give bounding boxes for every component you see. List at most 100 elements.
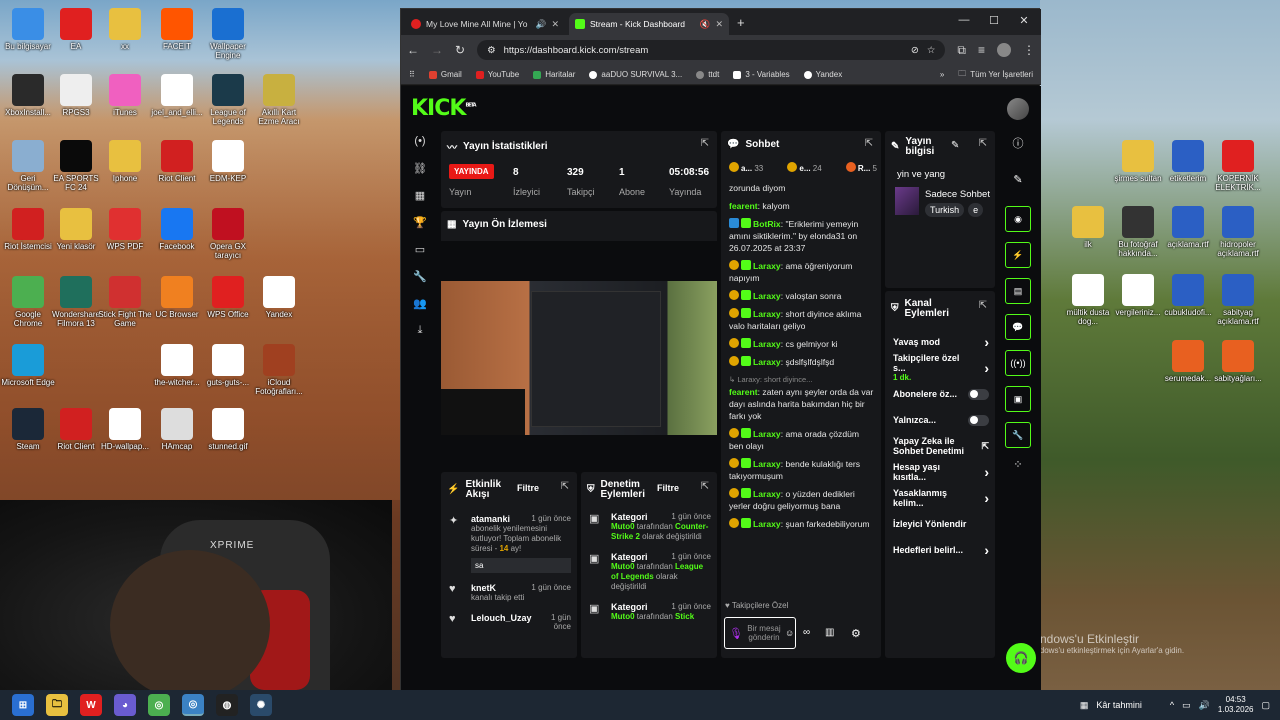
desktop-icon[interactable]: EA SPORTS FC 24 — [48, 140, 104, 192]
analytics-icon[interactable]: ▦ — [409, 184, 431, 206]
chat-message[interactable]: zorunda diyom — [729, 182, 875, 194]
link-icon[interactable]: ⛓ — [409, 157, 431, 179]
chat-message[interactable]: Laraxy: o yüzden dedikleri yerler doğru … — [729, 488, 875, 512]
user-avatar[interactable] — [1007, 98, 1029, 120]
activity-filter-button[interactable]: Filtre — [517, 483, 539, 493]
desktop-icon[interactable]: Microsoft Edge — [0, 344, 56, 387]
tab-youtube[interactable]: My Love Mine All Mine | Yo 🔊 ✕ — [405, 13, 565, 35]
desktop-icon[interactable]: League of Legends — [200, 74, 256, 126]
desktop-icon[interactable]: Yeni klasör — [48, 208, 104, 251]
back-icon[interactable]: ← — [407, 43, 419, 57]
address-bar[interactable]: ⚙ https://dashboard.kick.com/stream ⊘ ☆ — [477, 40, 946, 60]
chat-message[interactable]: Laraxy: şdslfşlfdşlfşd — [729, 356, 875, 368]
broadcast-icon[interactable]: ((•)) — [1005, 350, 1031, 376]
kick-logo[interactable]: KICKBETA — [411, 96, 477, 121]
top-user[interactable]: R... 5 — [845, 162, 877, 173]
chat-username[interactable]: Laraxy — [753, 429, 781, 439]
discord-icon[interactable]: ◕ — [114, 694, 136, 716]
channel-action[interactable]: Abonelere öz... — [893, 381, 989, 407]
desktop-icon[interactable]: Opera GX tarayıcı — [200, 208, 256, 260]
chat-username[interactable]: Laraxy — [753, 489, 781, 499]
apps-icon[interactable]: ⁘ — [999, 458, 1037, 471]
channel-action[interactable]: İzleyici Yönlendir — [893, 511, 989, 537]
document-icon[interactable]: ▤ — [1005, 278, 1031, 304]
close-tab-icon[interactable]: ✕ — [551, 19, 559, 30]
desktop-icon[interactable]: Wallpaper Engine — [200, 8, 256, 60]
chat-message[interactable]: ↳ Laraxy: short diyince... fearent: zaten… — [729, 374, 875, 422]
help-headset-icon[interactable]: 🎧 — [1006, 643, 1036, 673]
chat-username[interactable]: BotRix — [753, 219, 781, 229]
desktop-icon[interactable]: EDM-KEP — [200, 140, 256, 183]
minimize-icon[interactable]: — — [957, 14, 971, 28]
loop-icon[interactable]: ∞ — [803, 627, 810, 638]
bookmark-ttdt[interactable]: ttdt — [696, 70, 719, 79]
site-info-icon[interactable]: ⚙ — [487, 45, 496, 56]
desktop-icon[interactable]: Bu fotoğraf hakkında... — [1110, 206, 1166, 258]
desktop-icon[interactable]: serumedak... — [1160, 340, 1216, 383]
activity-user[interactable]: knetK — [471, 583, 496, 593]
desktop-icon[interactable]: iCloud Fotoğrafları... — [251, 344, 307, 396]
bookmark-maps[interactable]: Haritalar — [533, 70, 575, 79]
bolt-icon[interactable]: ⚡ — [1005, 242, 1031, 268]
desktop-icon[interactable]: sabityağları... — [1210, 340, 1266, 383]
chat-username[interactable]: fearent — [729, 201, 758, 211]
chat-message[interactable]: Laraxy: şuan farkedebiliyorum — [729, 518, 875, 530]
bookmark-youtube[interactable]: YouTube — [475, 70, 519, 79]
chat-message[interactable]: Laraxy: ama orada çözdüm ben olayı — [729, 428, 875, 452]
chat-username[interactable]: Laraxy — [753, 339, 781, 349]
popout-icon[interactable]: ⇱ — [561, 481, 569, 492]
chat-username[interactable]: Laraxy — [753, 309, 781, 319]
stream-icon[interactable]: (•) — [409, 130, 431, 152]
tab-kick-dashboard[interactable]: Stream - Kick Dashboard 🔇 ✕ — [569, 13, 729, 35]
desktop-icon[interactable]: ilk — [1060, 206, 1116, 249]
weather-text[interactable]: Kâr tahmini — [1096, 700, 1142, 710]
channel-action[interactable]: Yavaş mod › — [893, 329, 989, 355]
desktop-icon[interactable]: xx — [97, 8, 153, 51]
menu-kebab-icon[interactable]: ⋮ — [1023, 43, 1035, 57]
desktop-icon[interactable]: Facebook — [149, 208, 205, 251]
bookmark-star-icon[interactable]: ☆ — [927, 45, 936, 56]
desktop-icon[interactable]: stunned.gif — [200, 408, 256, 451]
chat-message[interactable]: fearent: kalyom — [729, 200, 875, 212]
desktop-icon[interactable]: Stick Fight The Game — [97, 276, 153, 328]
chat-message[interactable]: Laraxy: short diyince aklıma valo harita… — [729, 308, 875, 332]
start-icon[interactable]: ⊞ — [12, 694, 34, 716]
chat-username[interactable]: fearent — [729, 387, 758, 397]
desktop-icon[interactable]: etiketlerim — [1160, 140, 1216, 183]
apps-grid-icon[interactable]: ⠿ — [409, 70, 415, 79]
desktop-icon[interactable]: Riot Client — [149, 140, 205, 183]
file-explorer-icon[interactable]: 🗀 — [46, 694, 68, 716]
tray-chevron-icon[interactable]: ^ — [1170, 700, 1174, 710]
channel-action[interactable]: Yasaklanmış kelim... › — [893, 485, 989, 511]
popout-icon[interactable]: ⇱ — [701, 481, 709, 492]
volume-icon[interactable]: 🔊 — [1199, 700, 1210, 711]
popout-icon[interactable]: ⇱ — [865, 138, 873, 149]
desktop-icon[interactable]: sabityag açıklama.rtf — [1210, 274, 1266, 326]
desktop-icon[interactable]: HD-wallpap... — [97, 408, 153, 451]
new-tab-button[interactable]: + — [737, 15, 745, 30]
chat-username[interactable]: Laraxy — [753, 459, 781, 469]
chrome-taskbar-icon[interactable]: ◎ — [148, 694, 170, 716]
activity-user[interactable]: atamanki — [471, 514, 510, 524]
extensions-icon[interactable]: ⧉ — [957, 43, 966, 58]
desktop-icon[interactable]: the-witcher... — [149, 344, 205, 387]
popout-icon[interactable]: ⇱ — [979, 300, 987, 311]
desktop-icon[interactable]: guts-guts-... — [200, 344, 256, 387]
desktop-icon[interactable]: iTunes — [97, 74, 153, 117]
desktop-icon[interactable]: hidropoler açıklama.rtf — [1210, 206, 1266, 258]
desktop-icon[interactable]: HAmcap — [149, 408, 205, 451]
channel-action[interactable]: Takipçilere özel s... 1 dk. › — [893, 353, 989, 382]
reload-icon[interactable]: ↻ — [455, 43, 465, 57]
edit-icon[interactable]: ✎ — [951, 140, 959, 151]
microphone-icon[interactable]: 🎙 — [729, 627, 743, 640]
desktop-icon[interactable]: Wondershare Filmora 13 — [48, 276, 104, 328]
chat-message[interactable]: Laraxy: valoştan sonra — [729, 290, 875, 302]
users-icon[interactable]: 👥 — [409, 292, 431, 314]
desktop-icon[interactable]: FACEIT — [149, 8, 205, 51]
settings-gear-icon[interactable]: ⚙ — [851, 627, 861, 640]
desktop-icon[interactable]: Riot Client — [48, 408, 104, 451]
bookmark-aaduo[interactable]: aaDUO SURVIVAL 3... — [589, 70, 682, 79]
pencil-icon[interactable]: ✎ — [999, 173, 1037, 186]
desktop-icon[interactable]: WPS PDF — [97, 208, 153, 251]
chat-message[interactable]: Laraxy: ama öğreniyorum napıyım — [729, 260, 875, 284]
